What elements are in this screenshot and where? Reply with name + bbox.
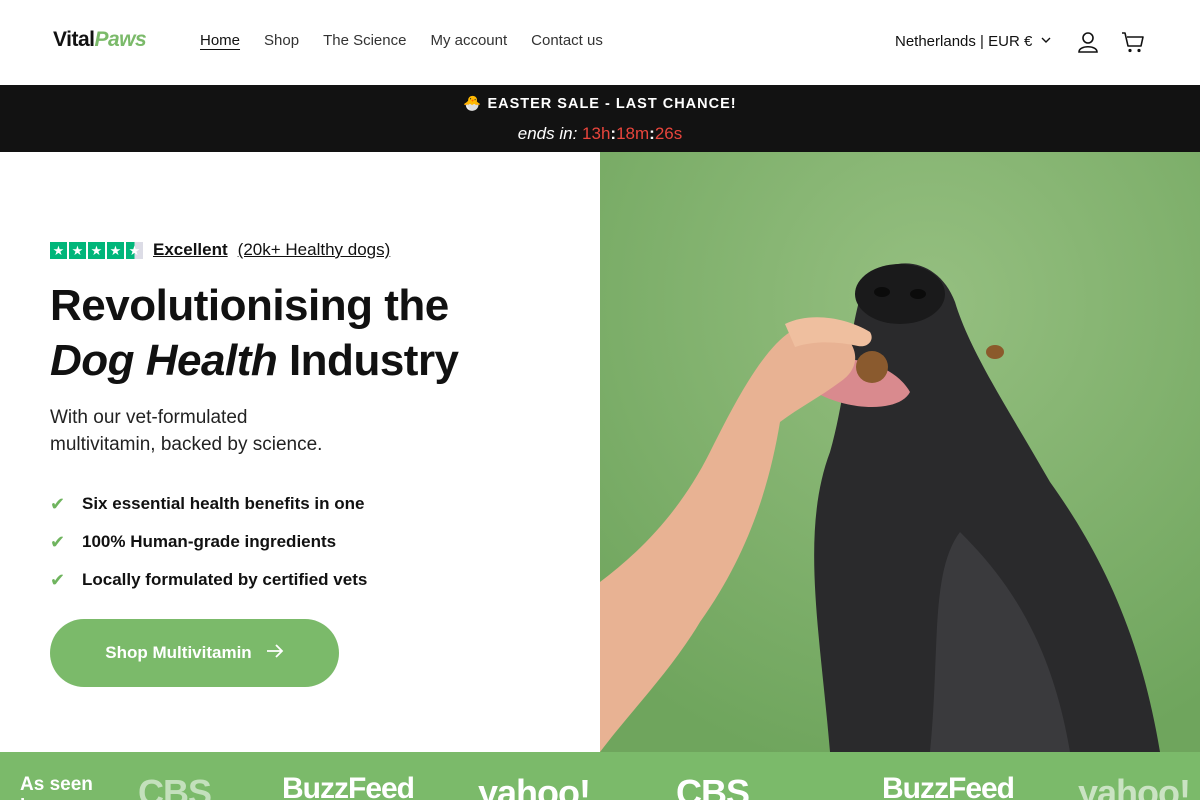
headline-line1: Revolutionising the [50, 281, 449, 330]
ends-in-label: ends in: [517, 124, 578, 143]
shop-multivitamin-button[interactable]: Shop Multivitamin [50, 619, 339, 687]
countdown-hours: 13h [582, 124, 611, 143]
benefit-text: Locally formulated by certified vets [82, 570, 368, 589]
locale-label: Netherlands | EUR € [895, 33, 1033, 50]
as-seen-in-strip: As seen in CBS BuzzFeed yahoo! CBS BuzzF… [0, 752, 1200, 800]
user-icon[interactable] [1075, 29, 1101, 55]
benefits-list: ✔ Six essential health benefits in one ✔ 1… [50, 485, 367, 599]
benefit-text: Six essential health benefits in one [82, 494, 365, 513]
star-icon: ★ [107, 241, 124, 259]
headline-line2-rest: Industry [277, 336, 459, 385]
media-logo-yahoo: yahoo! [478, 772, 591, 800]
locale-selector[interactable]: Netherlands | EUR € [895, 33, 1052, 50]
media-logo-cbs: CBS [676, 772, 750, 800]
arrow-right-icon [266, 643, 284, 663]
hero-image [600, 152, 1200, 752]
media-logos: CBS BuzzFeed yahoo! CBS BuzzFeed yahoo! [0, 772, 1200, 800]
star-icon: ★ [88, 241, 105, 259]
hero-subline: With our vet-formulated multivitamin, ba… [50, 407, 323, 455]
nav-home[interactable]: Home [200, 32, 240, 49]
trust-rating[interactable]: ★ ★ ★ ★ ★ Excellent (20k+ Healthy dogs) [50, 240, 390, 260]
media-logo-yahoo: yahoo! [1078, 772, 1191, 800]
cta-label: Shop Multivitamin [105, 643, 252, 662]
headline-emphasis: Dog Health [50, 336, 278, 385]
hero-headline: Revolutionising the Dog Health Industry [50, 278, 459, 388]
main-nav: Home Shop The Science My account Contact… [200, 32, 603, 49]
nav-my-account[interactable]: My account [430, 32, 507, 49]
logo-part-vital: Vital [53, 28, 95, 51]
nav-the-science[interactable]: The Science [323, 32, 406, 49]
check-icon: ✔ [50, 569, 66, 590]
half-star-icon: ★ [126, 241, 143, 259]
site-header: Vital Paws Home Shop The Science My acco… [0, 0, 1200, 85]
check-icon: ✔ [50, 493, 66, 514]
benefit-item: ✔ Six essential health benefits in one [50, 485, 367, 523]
media-logo-buzzfeed: BuzzFeed [882, 772, 1015, 800]
rating-count: (20k+ Healthy dogs) [237, 240, 391, 259]
rating-excellent: Excellent [153, 240, 228, 259]
chevron-down-icon [1040, 33, 1052, 50]
star-icon: ★ [69, 241, 86, 259]
countdown-seconds: 26s [654, 124, 683, 143]
hero-content: ★ ★ ★ ★ ★ Excellent (20k+ Healthy dogs) … [0, 152, 600, 752]
cart-icon[interactable] [1120, 29, 1146, 55]
star-icon: ★ [50, 241, 67, 259]
sale-title: 🐣 EASTER SALE - LAST CHANCE! [463, 96, 737, 112]
logo[interactable]: Vital Paws [53, 28, 147, 52]
check-icon: ✔ [50, 531, 66, 552]
benefit-item: ✔ 100% Human-grade ingredients [50, 523, 367, 561]
nav-shop[interactable]: Shop [264, 32, 299, 49]
benefit-item: ✔ Locally formulated by certified vets [50, 561, 367, 599]
logo-part-paws: Paws [94, 28, 147, 51]
countdown-timer: ends in: 13h:18m:26s [0, 124, 1200, 144]
media-logo-cbs: CBS [138, 772, 212, 800]
announcement-bar: 🐣 EASTER SALE - LAST CHANCE! ends in: 13… [0, 85, 1200, 152]
rating-stars: ★ ★ ★ ★ ★ [50, 241, 143, 259]
media-logo-buzzfeed: BuzzFeed [282, 772, 415, 800]
benefit-text: 100% Human-grade ingredients [82, 532, 337, 551]
dog-treat-photo [600, 152, 1200, 752]
countdown-minutes: 18m [616, 124, 650, 143]
nav-contact-us[interactable]: Contact us [531, 32, 603, 49]
